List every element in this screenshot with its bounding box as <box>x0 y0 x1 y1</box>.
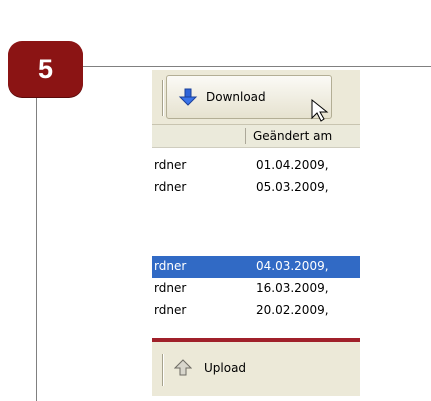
file-modified-date: 20.02.2009, <box>256 303 329 317</box>
file-type: rdner <box>154 180 187 194</box>
step-number-badge: 5 <box>8 41 83 97</box>
file-row[interactable]: rdner 05.03.2009, <box>152 177 360 199</box>
download-label: Download <box>206 90 266 104</box>
file-modified-date: 04.03.2009, <box>256 259 329 273</box>
file-row[interactable]: rdner 16.03.2009, <box>152 278 360 300</box>
download-toolbar: Download <box>152 70 360 125</box>
file-browser-panel: Download Geändert am rdner 01.04.2009, r… <box>152 70 360 396</box>
file-type: rdner <box>154 281 187 295</box>
file-modified-date: 16.03.2009, <box>256 281 329 295</box>
download-button[interactable]: Download <box>166 75 332 119</box>
file-row[interactable]: rdner 01.04.2009, <box>152 155 360 177</box>
file-modified-date: 05.03.2009, <box>256 180 329 194</box>
arrow-up-icon <box>174 359 192 376</box>
upload-toolbar: Upload <box>152 342 360 396</box>
file-row[interactable]: rdner 20.02.2009, <box>152 300 360 322</box>
arrow-down-icon <box>178 88 198 106</box>
upload-button[interactable]: Upload <box>174 356 246 380</box>
column-resize-handle[interactable] <box>245 128 246 144</box>
toolbar-separator <box>162 354 163 386</box>
frame-left-border <box>36 66 37 401</box>
file-type: rdner <box>154 158 187 172</box>
file-type: rdner <box>154 303 187 317</box>
toolbar-separator <box>162 80 163 116</box>
upload-label: Upload <box>204 361 247 375</box>
frame-top-border <box>36 66 431 67</box>
step-number: 5 <box>37 53 54 84</box>
mouse-cursor-icon <box>311 98 329 122</box>
file-type: rdner <box>154 259 187 273</box>
file-modified-date: 01.04.2009, <box>256 158 329 172</box>
file-row-selected[interactable]: rdner 04.03.2009, <box>152 256 360 278</box>
modified-column-header[interactable]: Geändert am <box>253 129 332 143</box>
column-header-row: Geändert am <box>152 125 360 148</box>
